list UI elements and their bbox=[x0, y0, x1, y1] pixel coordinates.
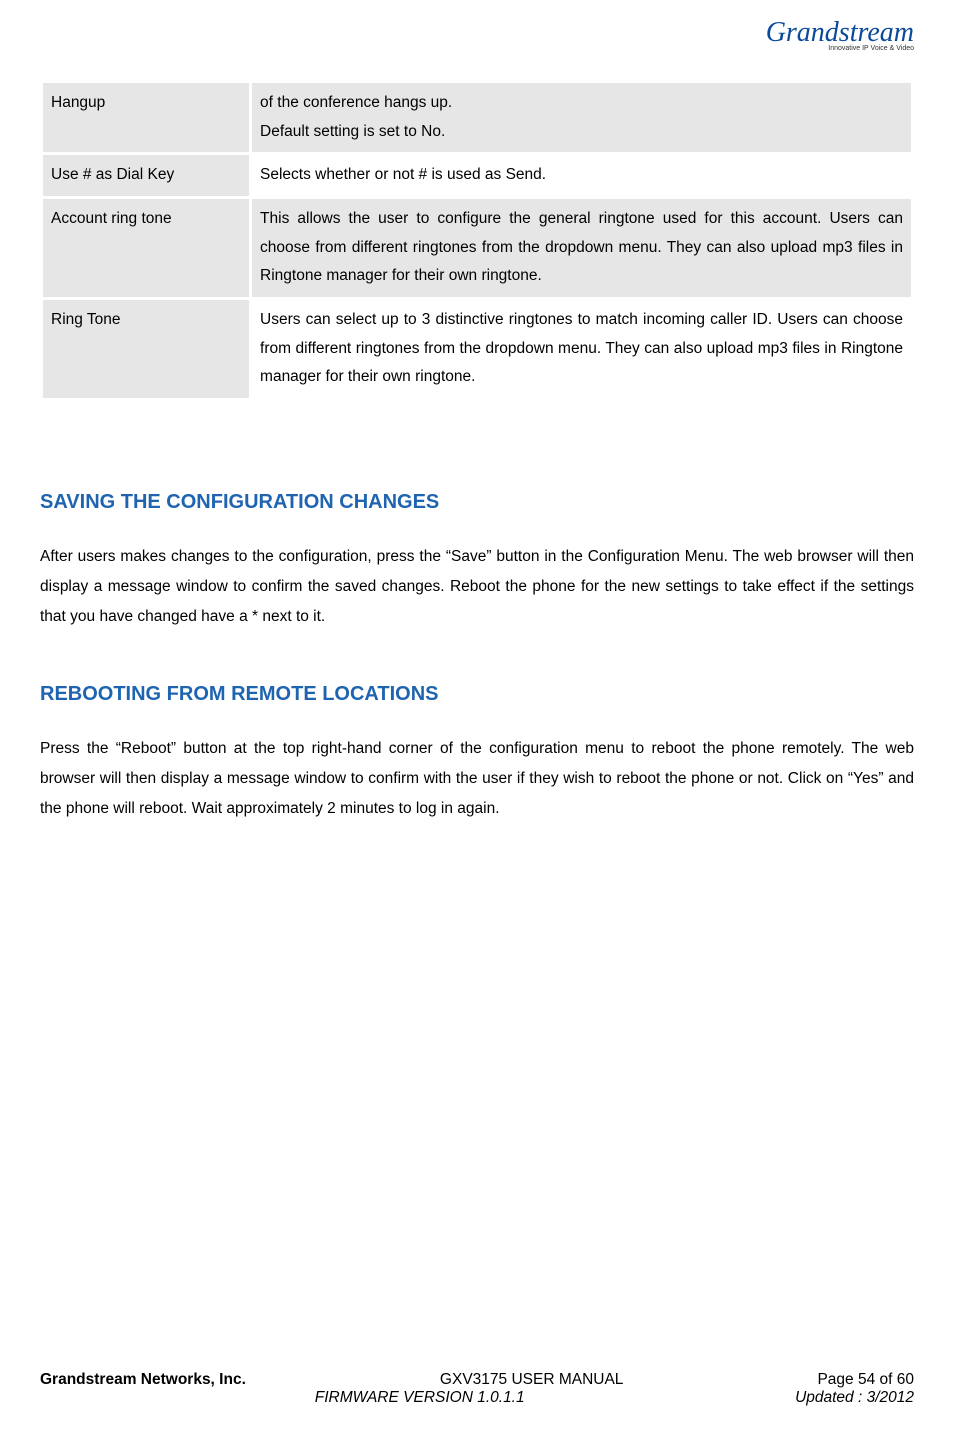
table-row: Ring Tone Users can select up to 3 disti… bbox=[42, 299, 913, 400]
section-heading-rebooting: REBOOTING FROM REMOTE LOCATIONS bbox=[40, 683, 914, 706]
section-body-rebooting: Press the “Reboot” button at the top rig… bbox=[40, 734, 914, 825]
section-body-saving: After users makes changes to the configu… bbox=[40, 542, 914, 633]
setting-label: Account ring tone bbox=[42, 198, 251, 299]
table-row: Hangup of the conference hangs up.Defaul… bbox=[42, 82, 913, 154]
footer-manual: GXV3175 USER MANUAL bbox=[246, 1371, 818, 1389]
brand-logo: Grandstream Innovative IP Voice & Video bbox=[754, 8, 914, 62]
logo-brand-text: Grandstream bbox=[766, 19, 914, 47]
setting-description: This allows the user to configure the ge… bbox=[251, 198, 913, 299]
setting-description: Users can select up to 3 distinctive rin… bbox=[251, 299, 913, 400]
setting-label: Hangup bbox=[42, 82, 251, 154]
footer-firmware: FIRMWARE VERSION 1.0.1.1 bbox=[44, 1389, 795, 1407]
setting-label: Use # as Dial Key bbox=[42, 154, 251, 198]
section-heading-saving: SAVING THE CONFIGURATION CHANGES bbox=[40, 491, 914, 514]
footer-updated: Updated : 3/2012 bbox=[795, 1389, 914, 1407]
document-page: Grandstream Innovative IP Voice & Video … bbox=[0, 0, 954, 1437]
setting-description: of the conference hangs up.Default setti… bbox=[251, 82, 913, 154]
table-row: Account ring tone This allows the user t… bbox=[42, 198, 913, 299]
footer-page-number: Page 54 of 60 bbox=[817, 1371, 914, 1389]
footer-company: Grandstream Networks, Inc. bbox=[40, 1371, 246, 1389]
setting-description: Selects whether or not # is used as Send… bbox=[251, 154, 913, 198]
page-footer: Grandstream Networks, Inc. GXV3175 USER … bbox=[40, 1371, 914, 1407]
table-row: Use # as Dial Key Selects whether or not… bbox=[42, 154, 913, 198]
setting-label: Ring Tone bbox=[42, 299, 251, 400]
settings-table: Hangup of the conference hangs up.Defaul… bbox=[40, 80, 914, 401]
